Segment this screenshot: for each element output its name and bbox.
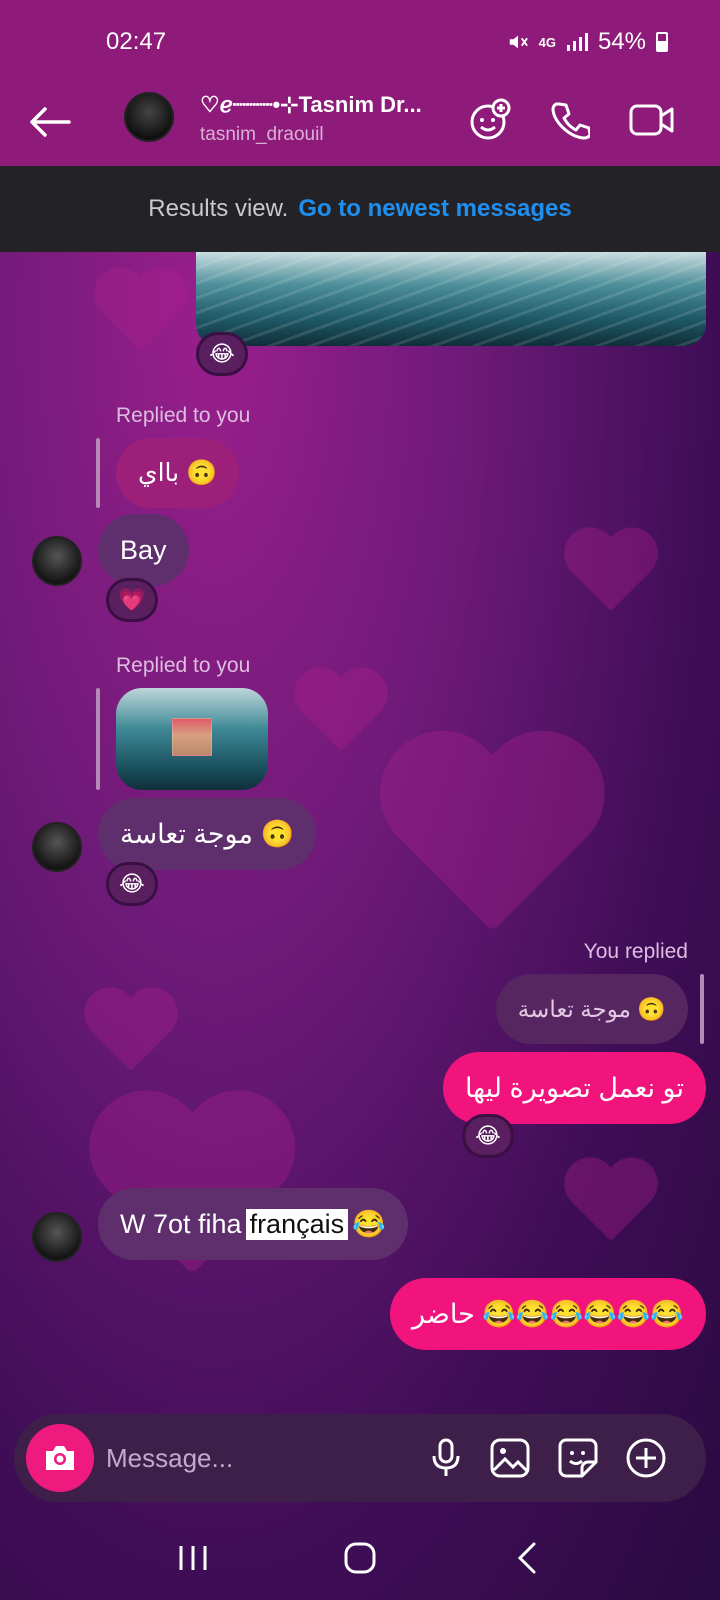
plus-icon: [626, 1438, 666, 1478]
contact-name[interactable]: ♡ℯ┈┈┈•⊹Tasnim Dr...: [200, 92, 422, 118]
chevron-left-icon: [517, 1542, 536, 1574]
message-composer: [14, 1414, 706, 1502]
sticker-icon: [558, 1438, 598, 1478]
effects-button[interactable]: [466, 96, 514, 144]
voice-message-button[interactable]: [422, 1434, 470, 1482]
go-to-newest-link[interactable]: Go to newest messages: [298, 195, 571, 223]
signal-icon: [566, 33, 588, 51]
status-indicators: 4G 54%: [507, 28, 668, 56]
more-options-button[interactable]: [622, 1434, 670, 1482]
home-button[interactable]: [330, 1528, 390, 1588]
message-reaction[interactable]: 😂: [462, 1114, 514, 1158]
back-button[interactable]: [26, 98, 74, 146]
camera-button[interactable]: [26, 1424, 94, 1492]
network-type: 4G: [538, 34, 556, 50]
back-arrow-icon: [30, 107, 71, 137]
system-navigation-bar: [0, 1516, 720, 1600]
message-input[interactable]: [106, 1438, 406, 1478]
results-view-bar: Results view. Go to newest messages: [0, 166, 720, 252]
sender-avatar[interactable]: [32, 1212, 82, 1262]
message-list[interactable]: 😂 Replied to you بااي 🙃 Bay 💗 Replied to…: [0, 252, 720, 1402]
shared-wave-image[interactable]: [196, 252, 706, 346]
quoted-image-thumbnail[interactable]: [116, 688, 268, 790]
quoted-message[interactable]: بااي 🙃: [116, 438, 240, 508]
cat-sticker-image: [172, 718, 212, 756]
highlighted-search-term: français: [245, 1208, 349, 1240]
gallery-icon: [490, 1438, 530, 1478]
status-time: 02:47: [106, 28, 167, 55]
message-bubble[interactable]: موجة تعاسة 🙃: [98, 798, 317, 870]
replied-label: Replied to you: [116, 404, 251, 427]
chat-header: ♡ℯ┈┈┈•⊹Tasnim Dr... tasnim_draouil: [0, 84, 720, 166]
sender-avatar[interactable]: [32, 536, 82, 586]
replied-label: Replied to you: [116, 654, 251, 677]
message-text: W 7ot fiha: [120, 1208, 242, 1239]
quoted-message[interactable]: موجة تعاسة 🙃: [495, 974, 688, 1044]
message-reaction[interactable]: 💗: [106, 578, 158, 622]
message-bubble[interactable]: حاضر 😂😂😂😂😂😂: [390, 1278, 706, 1350]
mic-icon: [432, 1438, 460, 1476]
message-emoji: 😂: [352, 1209, 386, 1239]
message-reaction[interactable]: 😂: [196, 332, 248, 376]
phone-icon: [551, 102, 590, 140]
status-bar: 02:47 4G 54%: [0, 0, 720, 84]
reply-indicator-line: [96, 438, 100, 508]
effects-icon: [470, 98, 511, 140]
mute-icon: [509, 35, 528, 49]
recent-apps-button[interactable]: [163, 1528, 223, 1588]
message-bubble[interactable]: Bay: [98, 514, 189, 586]
camera-icon: [46, 1446, 74, 1470]
video-call-button[interactable]: [628, 96, 676, 144]
battery-icon: [656, 32, 668, 52]
home-icon: [344, 1542, 376, 1574]
reply-indicator-line: [700, 974, 704, 1044]
results-view-label: Results view.: [148, 195, 289, 222]
reply-indicator-line: [96, 688, 100, 790]
battery-percent: 54%: [597, 28, 646, 55]
contact-username[interactable]: tasnim_draouil: [200, 124, 324, 146]
gallery-button[interactable]: [486, 1434, 534, 1482]
call-button[interactable]: [546, 96, 594, 144]
contact-avatar[interactable]: [124, 92, 174, 142]
you-replied-label: You replied: [583, 940, 688, 963]
sticker-button[interactable]: [554, 1434, 602, 1482]
message-reaction[interactable]: 😂: [106, 862, 158, 906]
video-icon: [629, 104, 674, 136]
message-bubble[interactable]: W 7ot fiha français 😂: [98, 1188, 408, 1260]
sender-avatar[interactable]: [32, 822, 82, 872]
recent-apps-icon: [179, 1546, 207, 1570]
back-nav-button[interactable]: [497, 1528, 557, 1588]
